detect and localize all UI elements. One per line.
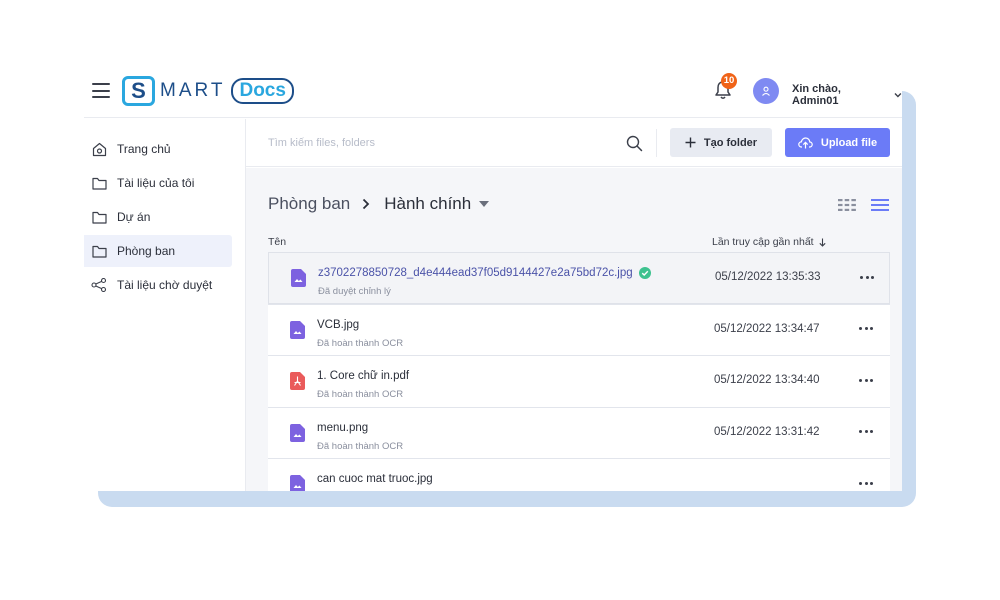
- create-folder-label: Tạo folder: [703, 136, 758, 149]
- upload-file-label: Upload file: [820, 136, 878, 149]
- breadcrumb-current[interactable]: Hành chính: [384, 194, 490, 214]
- file-status: Đã hoàn thành OCR: [317, 389, 404, 400]
- sidebar-item-label: Tài liệu chờ duyệt: [117, 278, 213, 292]
- image-file-icon: [291, 269, 306, 287]
- search-icon[interactable]: [626, 135, 643, 152]
- logo-mark: S: [122, 76, 155, 106]
- image-file-icon: [290, 423, 305, 442]
- more-options-icon[interactable]: [859, 374, 873, 386]
- logo-text-smart: MART: [160, 80, 226, 101]
- file-date: 05/12/2022 13:34:47: [714, 322, 820, 335]
- file-name[interactable]: z3702278850728_d4e444ead37f05d9144427e2a…: [318, 267, 651, 279]
- file-name[interactable]: VCB.jpg: [317, 319, 359, 331]
- list-view-icon[interactable]: [871, 198, 889, 212]
- sidebar-item-my-documents[interactable]: Tài liệu của tôi: [84, 167, 232, 199]
- sidebar-item-label: Trang chủ: [117, 142, 171, 156]
- file-date: 05/12/2022 13:31:42: [714, 425, 820, 438]
- image-file-icon: [290, 320, 305, 339]
- toolbar-divider: [656, 129, 657, 157]
- chevron-down-icon: [894, 93, 902, 98]
- menu-icon[interactable]: [92, 83, 110, 98]
- column-header-last-access[interactable]: Lần truy cập gần nhất: [712, 236, 826, 248]
- more-options-icon[interactable]: [860, 271, 874, 283]
- sidebar-item-pending-documents[interactable]: Tài liệu chờ duyệt: [84, 269, 232, 301]
- logo[interactable]: S MART Docs: [122, 76, 294, 106]
- sidebar-item-label: Phòng ban: [117, 244, 176, 258]
- app-window: S MART Docs 10 Xin chào, Admin01 Trang c…: [84, 64, 902, 491]
- sidebar-item-departments[interactable]: Phòng ban: [84, 235, 232, 267]
- greeting-text: Xin chào, Admin01: [792, 83, 841, 107]
- main-panel: Tạo folder Upload file Phòng ban: [246, 119, 902, 491]
- breadcrumb-parent[interactable]: Phòng ban: [268, 194, 350, 214]
- table-row[interactable]: z3702278850728_d4e444ead37f05d9144427e2a…: [268, 252, 890, 304]
- toolbar: Tạo folder Upload file: [246, 119, 902, 167]
- file-name-text: 1. Core chữ in.pdf: [317, 370, 410, 382]
- pdf-file-icon: [290, 372, 305, 390]
- image-file-icon: [290, 475, 305, 491]
- table-row[interactable]: VCB.jpg Đã hoàn thành OCR 05/12/2022 13:…: [268, 303, 890, 355]
- file-name-text: VCB.jpg: [317, 318, 360, 331]
- sidebar-item-label: Tài liệu của tôi: [117, 176, 195, 190]
- file-table: z3702278850728_d4e444ead37f05d9144427e2a…: [268, 252, 890, 491]
- folder-icon: [91, 243, 107, 259]
- folder-icon: [91, 175, 107, 191]
- sidebar-item-home[interactable]: Trang chủ: [84, 133, 232, 165]
- folder-icon: [91, 209, 107, 225]
- more-options-icon[interactable]: [859, 477, 873, 489]
- share-icon: [91, 277, 107, 293]
- caret-down-icon: [479, 201, 490, 207]
- sidebar-item-label: Dự án: [117, 210, 151, 224]
- breadcrumb: Phòng ban Hành chính: [268, 194, 490, 214]
- file-browser: Phòng ban Hành chính Tên Lần truy cập gầ…: [246, 168, 902, 491]
- file-name-text: can cuoc mat truoc.jpg: [317, 473, 433, 485]
- user-icon: [762, 86, 770, 96]
- file-date: 05/12/2022 13:34:40: [714, 374, 820, 386]
- plus-icon: [685, 137, 696, 148]
- column-header-label: Lần truy cập gần nhất: [712, 236, 814, 248]
- table-row[interactable]: can cuoc mat truoc.jpg: [268, 458, 890, 491]
- logo-text-docs: Docs: [231, 78, 294, 104]
- file-status: Đã duyệt chỉnh lý: [318, 286, 391, 297]
- more-options-icon[interactable]: [859, 426, 873, 438]
- more-options-icon[interactable]: [859, 323, 873, 335]
- upload-file-button[interactable]: Upload file: [785, 128, 890, 157]
- home-icon: [91, 141, 107, 157]
- user-menu[interactable]: Xin chào, Admin01: [792, 83, 902, 107]
- sidebar-item-projects[interactable]: Dự án: [84, 201, 232, 233]
- sidebar: Trang chủ Tài liệu của tôi Dự án Phòng b…: [84, 119, 246, 491]
- grid-view-icon[interactable]: [838, 199, 856, 211]
- create-folder-button[interactable]: Tạo folder: [670, 128, 772, 157]
- breadcrumb-current-label: Hành chính: [384, 194, 472, 213]
- chevron-right-icon: [362, 198, 372, 210]
- file-name-text: menu.png: [317, 421, 369, 434]
- stage: S MART Docs 10 Xin chào, Admin01 Trang c…: [0, 0, 1000, 600]
- notification-badge: 10: [721, 73, 737, 89]
- file-name[interactable]: 1. Core chữ in.pdf: [317, 370, 409, 382]
- avatar[interactable]: [753, 78, 779, 104]
- file-name[interactable]: menu.png: [317, 422, 368, 434]
- file-status: Đã hoàn thành OCR: [317, 337, 404, 349]
- table-row[interactable]: 1. Core chữ in.pdf Đã hoàn thành OCR 05/…: [268, 355, 890, 407]
- file-status: Đã hoàn thành OCR: [317, 440, 404, 452]
- file-date: 05/12/2022 13:35:33: [715, 271, 821, 283]
- table-row[interactable]: menu.png Đã hoàn thành OCR 05/12/2022 13…: [268, 406, 890, 458]
- top-header: S MART Docs 10 Xin chào, Admin01: [84, 64, 902, 118]
- file-name[interactable]: can cuoc mat truoc.jpg: [317, 473, 433, 485]
- arrow-down-icon: [818, 238, 826, 247]
- check-circle-icon: [638, 267, 651, 279]
- search-input[interactable]: [268, 133, 608, 153]
- cloud-upload-icon: [798, 136, 813, 148]
- file-name-text: z3702278850728_d4e444ead37f05d9144427e2a…: [318, 267, 633, 279]
- column-header-name: Tên: [268, 236, 287, 248]
